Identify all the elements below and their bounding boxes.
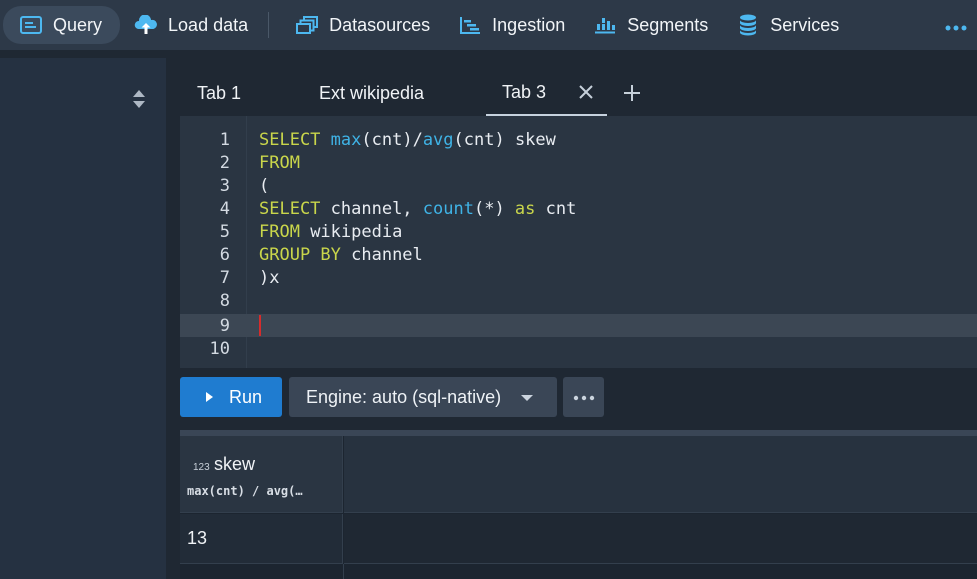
column-header-skew[interactable]: 123 skew max(cnt) / avg(… bbox=[180, 436, 343, 513]
line-number: 8 bbox=[219, 290, 230, 311]
nav-segments[interactable]: Segments bbox=[579, 6, 722, 44]
code-line: GROUP BY channel bbox=[259, 244, 423, 265]
nav-datasources-label: Datasources bbox=[329, 14, 431, 35]
close-tab-icon[interactable] bbox=[577, 82, 595, 102]
engine-select[interactable]: Engine: auto (sql-native) bbox=[289, 377, 557, 417]
more-icon bbox=[945, 15, 967, 36]
editor-line: 7 )x bbox=[180, 266, 977, 289]
code-line: FROM wikipedia bbox=[259, 221, 403, 242]
add-tab-icon[interactable] bbox=[621, 82, 643, 104]
nav-ingestion-label: Ingestion bbox=[492, 14, 566, 35]
tab-3-active[interactable]: Tab 3 bbox=[486, 70, 607, 116]
column-tree-sidebar bbox=[0, 58, 166, 579]
nav-load-data[interactable]: Load data bbox=[120, 6, 262, 44]
query-tabs: Tab 1 Ext wikipedia Tab 3 bbox=[180, 70, 977, 116]
nav-divider bbox=[268, 12, 270, 38]
line-number: 6 bbox=[219, 244, 230, 265]
multi-select-icon bbox=[295, 14, 319, 36]
nav-datasources[interactable]: Datasources bbox=[281, 6, 444, 44]
tab-ext-wikipedia[interactable]: Ext wikipedia bbox=[305, 70, 486, 116]
code-line: ( bbox=[259, 175, 270, 196]
nav-load-data-label: Load data bbox=[168, 14, 249, 35]
tab-label: Ext wikipedia bbox=[319, 82, 425, 103]
editor-line: 1 SELECT max(cnt)/avg(cnt) skew bbox=[180, 128, 977, 151]
database-icon bbox=[736, 14, 760, 36]
more-options-button[interactable] bbox=[563, 377, 604, 417]
query-results: 123 skew max(cnt) / avg(… 13 bbox=[180, 430, 977, 579]
play-icon bbox=[206, 392, 213, 402]
editor-line: 4 SELECT channel, count(*) as cnt bbox=[180, 197, 977, 220]
editor-line: 5 FROM wikipedia bbox=[180, 220, 977, 243]
engine-label: Engine: auto (sql-native) bbox=[306, 386, 502, 407]
tab-1[interactable]: Tab 1 bbox=[180, 70, 305, 116]
line-number: 9 bbox=[219, 315, 230, 336]
column-name: skew bbox=[214, 454, 256, 474]
table-cell: 13 bbox=[180, 514, 343, 564]
line-number: 2 bbox=[219, 152, 230, 173]
code-line: SELECT max(cnt)/avg(cnt) skew bbox=[259, 129, 556, 150]
stacked-chart-icon bbox=[593, 14, 617, 36]
run-label: Run bbox=[229, 386, 263, 407]
editor-line: 8 bbox=[180, 289, 977, 312]
caret-down-icon bbox=[521, 395, 533, 401]
line-number: 3 bbox=[219, 175, 230, 196]
editor-line: 6 GROUP BY channel bbox=[180, 243, 977, 266]
sort-toggle-icon[interactable] bbox=[132, 88, 146, 110]
line-number: 10 bbox=[209, 338, 230, 359]
sql-editor[interactable]: 1 SELECT max(cnt)/avg(cnt) skew 2 FROM 3… bbox=[180, 116, 977, 368]
line-number: 1 bbox=[219, 129, 230, 150]
more-icon bbox=[573, 388, 595, 406]
row-filler bbox=[344, 514, 977, 564]
tab-label: Tab 1 bbox=[197, 82, 242, 103]
text-cursor bbox=[259, 315, 261, 336]
numeric-type-icon: 123 bbox=[193, 462, 210, 473]
code-line: FROM bbox=[259, 152, 300, 173]
line-number: 4 bbox=[219, 198, 230, 219]
column-divider bbox=[343, 564, 344, 579]
query-console-icon bbox=[19, 14, 43, 36]
editor-line: 2 FROM bbox=[180, 151, 977, 174]
nav-services[interactable]: Services bbox=[722, 6, 853, 44]
nav-ingestion[interactable]: Ingestion bbox=[444, 6, 579, 44]
line-number: 7 bbox=[219, 267, 230, 288]
code-line: SELECT channel, count(*) as cnt bbox=[259, 198, 577, 219]
nav-segments-label: Segments bbox=[627, 14, 709, 35]
gantt-chart-icon bbox=[458, 14, 482, 36]
nav-services-label: Services bbox=[770, 14, 840, 35]
editor-current-line: 9 bbox=[180, 314, 977, 337]
nav-more-button[interactable] bbox=[935, 6, 977, 44]
nav-query-label: Query bbox=[53, 14, 103, 35]
editor-line: 10 bbox=[180, 337, 977, 360]
top-navigation: Query Load data Datasources Ingestion Se… bbox=[0, 0, 977, 50]
header-filler bbox=[344, 436, 977, 513]
editor-line: 3 ( bbox=[180, 174, 977, 197]
cloud-upload-icon bbox=[134, 14, 158, 36]
line-number: 5 bbox=[219, 221, 230, 242]
column-expression: max(cnt) / avg(… bbox=[187, 484, 303, 498]
run-button[interactable]: Run bbox=[180, 377, 282, 417]
nav-query[interactable]: Query bbox=[3, 6, 121, 44]
tab-label: Tab 3 bbox=[502, 81, 547, 102]
code-line: )x bbox=[259, 267, 280, 288]
